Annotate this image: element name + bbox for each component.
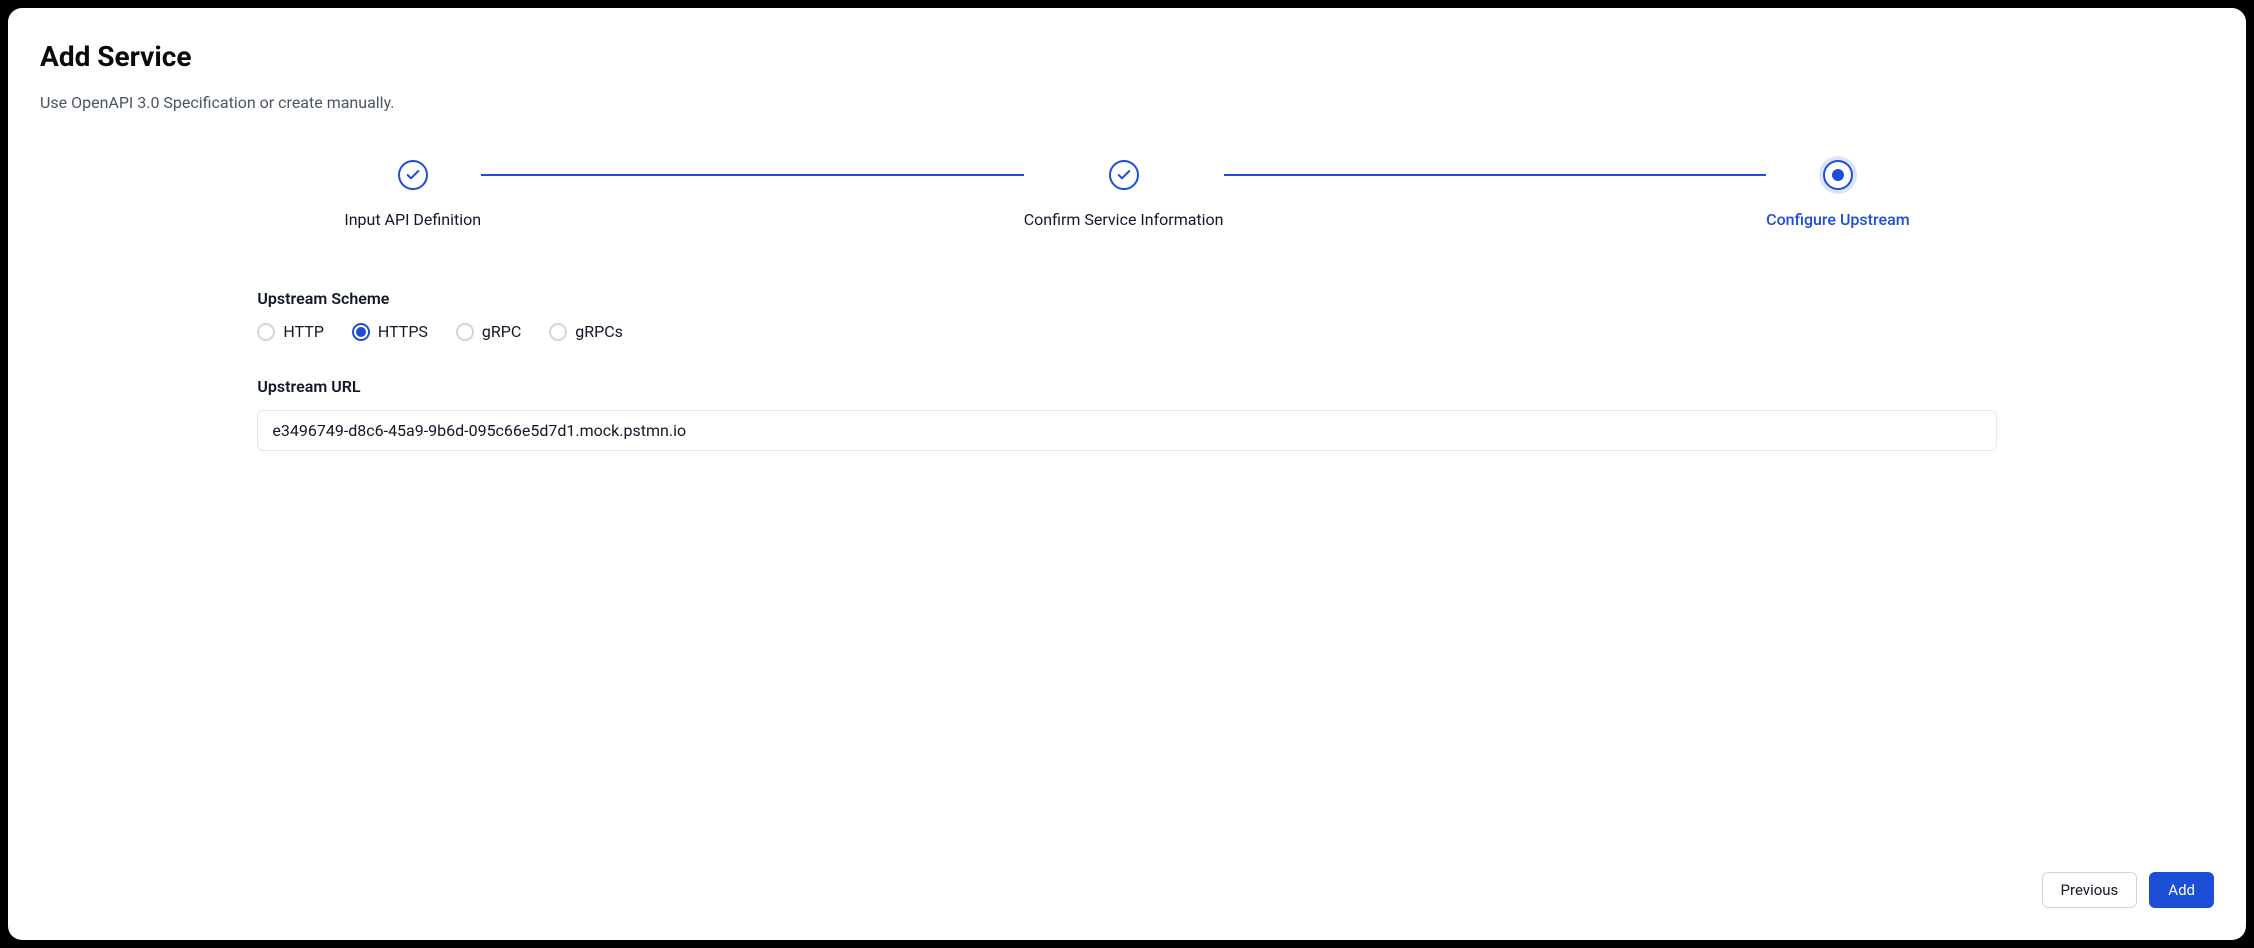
upstream-url-label: Upstream URL [257, 377, 1996, 396]
step-circle-done [1109, 160, 1139, 190]
radio-icon [549, 323, 567, 341]
radio-label: HTTP [283, 322, 324, 341]
step-confirm-service-information[interactable]: Confirm Service Information [1024, 160, 1224, 229]
radio-label: gRPC [482, 322, 521, 341]
step-connector [481, 174, 1024, 176]
step-circle-current [1823, 160, 1853, 190]
upstream-url-group: Upstream URL [257, 377, 1996, 451]
radio-grpcs[interactable]: gRPCs [549, 322, 623, 341]
radio-https[interactable]: HTTPS [352, 322, 428, 341]
step-label: Confirm Service Information [1024, 210, 1224, 229]
radio-http[interactable]: HTTP [257, 322, 324, 341]
previous-button[interactable]: Previous [2042, 872, 2138, 908]
radio-label: HTTPS [378, 322, 428, 341]
dot-icon [1832, 169, 1844, 181]
upstream-scheme-label: Upstream Scheme [257, 289, 1996, 308]
radio-label: gRPCs [575, 322, 623, 341]
add-service-modal: Add Service Use OpenAPI 3.0 Specificatio… [8, 8, 2246, 940]
page-title: Add Service [40, 40, 2214, 73]
step-connector [1224, 174, 1767, 176]
radio-grpc[interactable]: gRPC [456, 322, 521, 341]
scheme-radio-row: HTTP HTTPS gRPC gRPCs [257, 322, 1996, 341]
check-icon [1116, 167, 1132, 183]
step-input-api-definition[interactable]: Input API Definition [344, 160, 481, 229]
radio-icon [456, 323, 474, 341]
page-subtitle: Use OpenAPI 3.0 Specification or create … [40, 93, 2214, 112]
radio-icon [257, 323, 275, 341]
step-configure-upstream[interactable]: Configure Upstream [1766, 160, 1909, 229]
radio-icon-selected [352, 323, 370, 341]
add-button[interactable]: Add [2149, 872, 2214, 908]
check-icon [405, 167, 421, 183]
upstream-scheme-group: Upstream Scheme HTTP HTTPS gRPC [257, 289, 1996, 341]
step-circle-done [398, 160, 428, 190]
radio-dot-icon [356, 327, 366, 337]
stepper: Input API Definition Confirm Service Inf… [344, 160, 1909, 229]
form-area: Upstream Scheme HTTP HTTPS gRPC [257, 289, 1996, 852]
upstream-url-input[interactable] [257, 410, 1996, 451]
step-label: Configure Upstream [1766, 210, 1909, 229]
modal-footer: Previous Add [40, 852, 2214, 908]
step-label: Input API Definition [344, 210, 481, 229]
